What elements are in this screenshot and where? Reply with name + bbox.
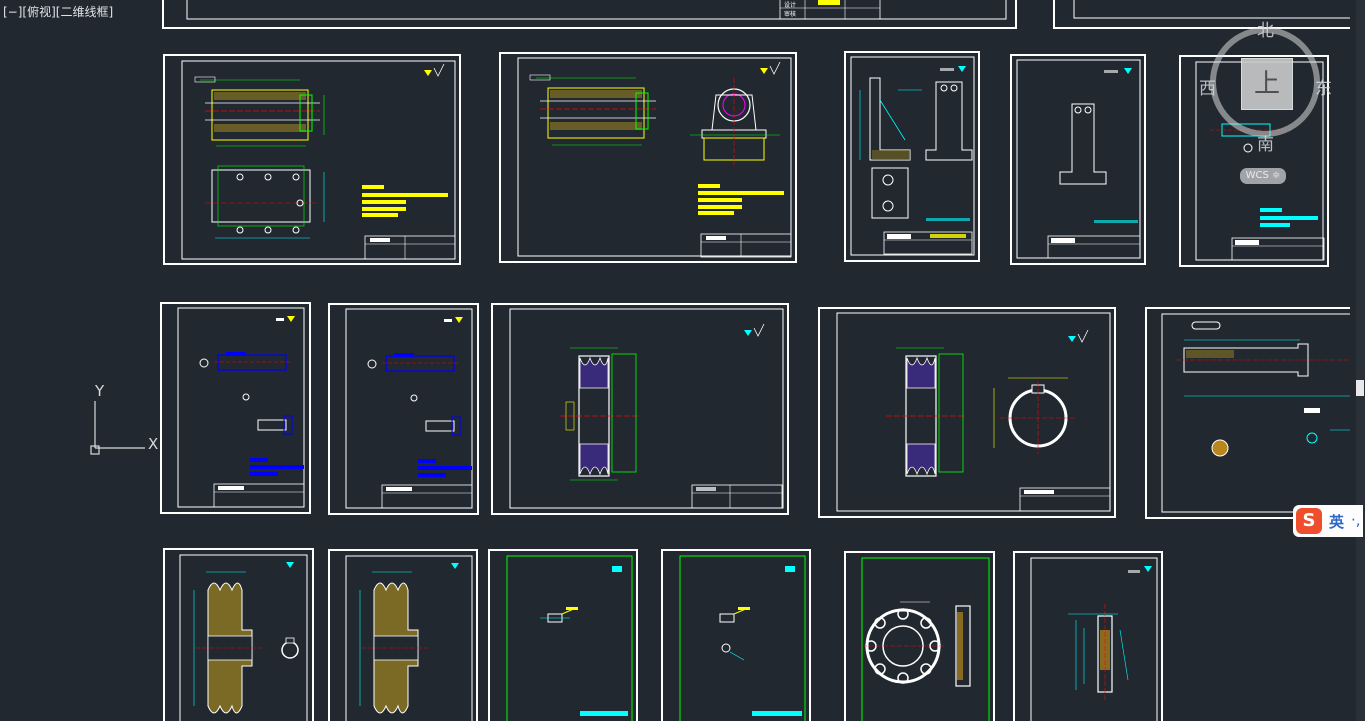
sheet-top-partial-1[interactable]: 设计 审核 <box>162 0 1017 29</box>
vertical-scrollbar-track[interactable] <box>1356 0 1365 721</box>
sheet-part-green-2[interactable] <box>661 549 811 721</box>
sheet-pin-2[interactable] <box>328 303 479 515</box>
sheet-pulley-1[interactable] <box>491 303 789 515</box>
title-block-row2: 审核 <box>784 10 796 18</box>
viewcube-west[interactable]: 西 <box>1199 74 1216 99</box>
viewcube[interactable]: 北 西 东 南 上 WCS ≑ <box>1195 14 1355 184</box>
ime-toolbar[interactable]: S 英 ·, <box>1293 505 1363 537</box>
sogou-logo-icon[interactable]: S <box>1296 508 1322 534</box>
sheet-bracket-1[interactable] <box>844 51 980 262</box>
vertical-scrollbar-thumb[interactable] <box>1356 380 1364 396</box>
viewcube-top-face[interactable]: 上 <box>1241 58 1293 110</box>
title-block-row1: 设计 <box>784 1 796 9</box>
viewcube-wcs-menu[interactable]: WCS ≑ <box>1240 168 1286 184</box>
ime-language-toggle[interactable]: 英 <box>1329 511 1344 532</box>
sheet-bracket-2[interactable] <box>1010 54 1146 265</box>
viewcube-south[interactable]: 南 <box>1257 130 1274 155</box>
ucs-x-label: X <box>148 435 158 453</box>
viewcube-east[interactable]: 东 <box>1315 74 1332 99</box>
sheet-pin-1[interactable] <box>160 302 311 514</box>
ucs-y-label: Y <box>94 382 105 400</box>
sheet-flange[interactable] <box>844 551 995 721</box>
sheet-bearing-seat[interactable] <box>499 52 797 263</box>
sheet-long-shaft[interactable] <box>1145 307 1350 519</box>
viewcube-north[interactable]: 北 <box>1257 16 1274 41</box>
sheet-shaft-assembly[interactable] <box>163 54 461 265</box>
sheet-part-green-1[interactable] <box>488 549 638 721</box>
sheet-spindle[interactable] <box>1013 551 1163 721</box>
sheet-pulley-hatched-1[interactable] <box>163 548 314 721</box>
sheet-pulley-hatched-2[interactable] <box>328 549 478 721</box>
ucs-icon: Y X <box>90 382 158 455</box>
sheet-pulley-2[interactable] <box>818 307 1116 518</box>
ime-punctuation-toggle[interactable]: ·, <box>1351 511 1361 529</box>
model-space-canvas[interactable]: 设计 审核 Y X <box>0 0 1365 721</box>
